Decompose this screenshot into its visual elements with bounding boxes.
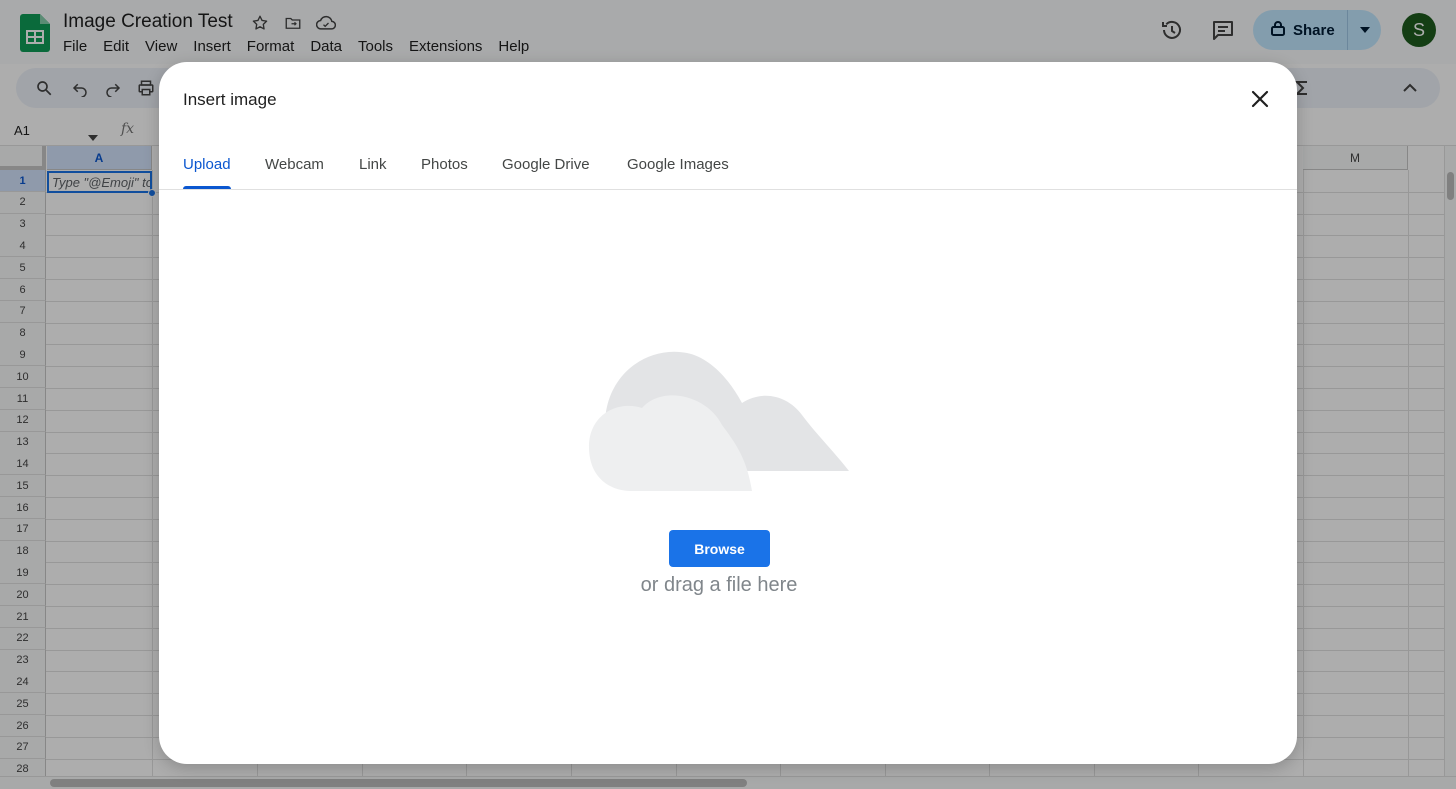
close-button[interactable] (1245, 86, 1275, 116)
upload-cloud-illustration-icon (587, 345, 851, 491)
tab-google-drive[interactable]: Google Drive (502, 156, 590, 173)
close-icon (1251, 90, 1269, 113)
tab-google-images[interactable]: Google Images (627, 156, 729, 173)
drag-drop-hint: or drag a file here (640, 574, 798, 596)
tab-link[interactable]: Link (359, 156, 387, 173)
browse-button[interactable]: Browse (669, 530, 770, 567)
tab-photos[interactable]: Photos (421, 156, 468, 173)
tab-webcam[interactable]: Webcam (265, 156, 324, 173)
insert-image-dialog: Insert image Upload Webcam Link Photos G… (159, 62, 1297, 764)
tab-upload[interactable]: Upload (183, 156, 231, 173)
image-source-tabs: Upload Webcam Link Photos Google Drive G… (159, 142, 1297, 190)
active-tab-indicator (183, 186, 231, 189)
dialog-title: Insert image (183, 90, 277, 109)
